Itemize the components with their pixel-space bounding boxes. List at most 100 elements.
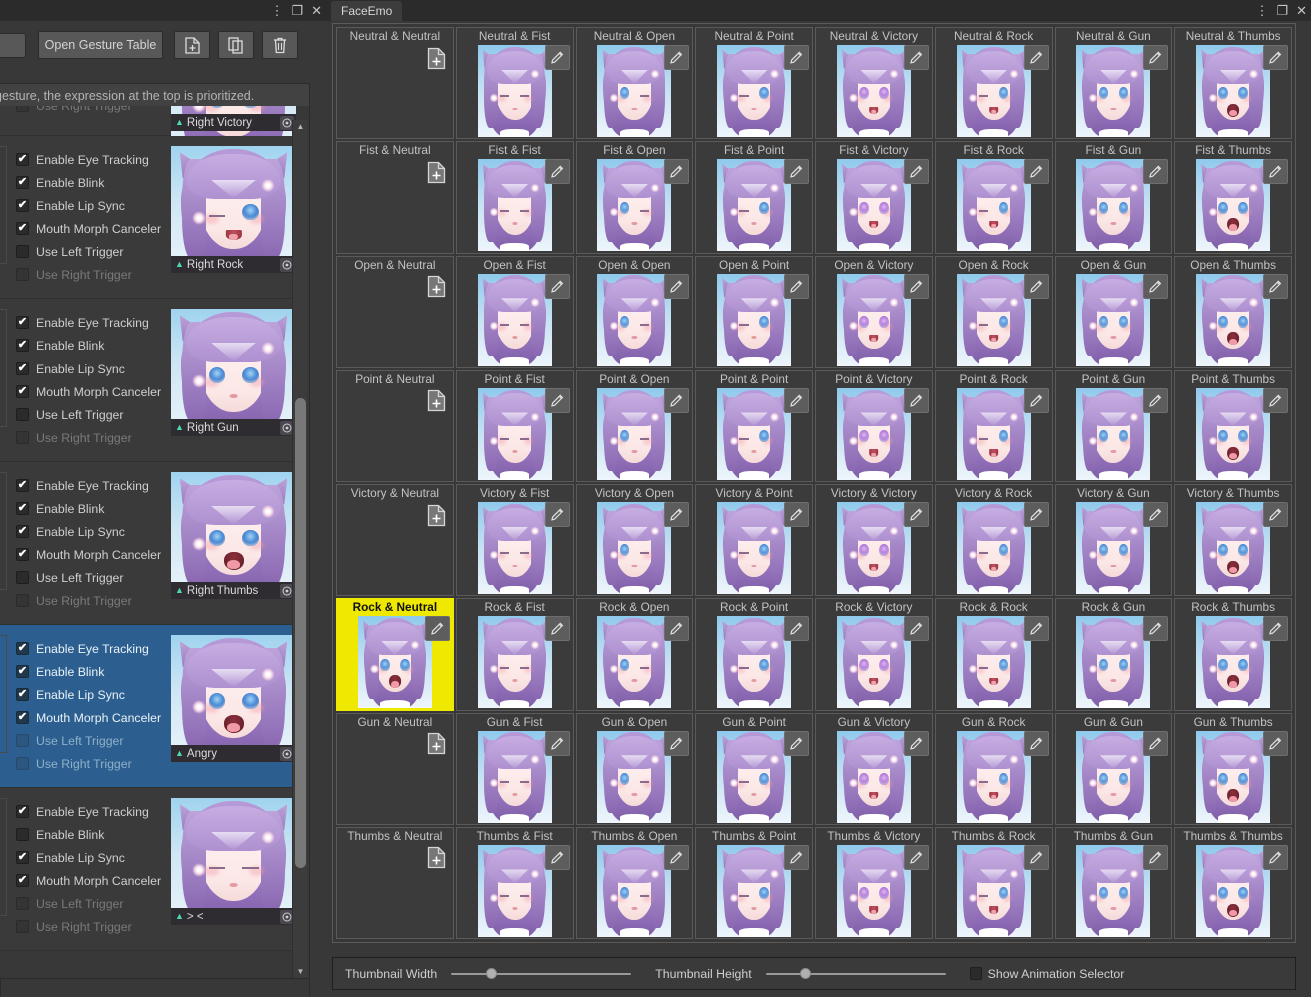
gesture-cell-neutral-gun[interactable]: Neutral & Gun xyxy=(1054,27,1173,140)
close-icon[interactable]: ✕ xyxy=(1296,4,1307,17)
gesture-cell-open-thumbs[interactable]: Open & Thumbs xyxy=(1174,255,1292,368)
edit-animation-button[interactable] xyxy=(903,273,929,299)
gesture-thumbnail[interactable] xyxy=(717,387,792,480)
gesture-cell-thumbs-victory[interactable]: Thumbs & Victory xyxy=(815,826,933,939)
edit-animation-button[interactable] xyxy=(784,387,809,413)
gesture-thumbnail[interactable] xyxy=(477,616,552,709)
gesture-cell-point-thumbs[interactable]: Point & Thumbs xyxy=(1174,369,1292,482)
expression-thumbnail[interactable] xyxy=(171,146,296,271)
gesture-cell-neutral-open[interactable]: Neutral & Open xyxy=(575,27,694,140)
edit-animation-button[interactable] xyxy=(784,730,809,756)
gesture-thumbnail[interactable] xyxy=(597,730,672,823)
edit-animation-button[interactable] xyxy=(1023,45,1049,70)
gesture-thumbnail[interactable] xyxy=(836,159,911,252)
gesture-cell-victory-fist[interactable]: Victory & Fist xyxy=(455,484,574,597)
gesture-thumbnail[interactable] xyxy=(1196,844,1271,937)
edit-animation-button[interactable] xyxy=(1143,844,1169,870)
checkbox-box[interactable]: ✔ xyxy=(16,362,29,375)
edit-animation-button[interactable] xyxy=(903,730,929,756)
expression-thumbnail[interactable] xyxy=(171,635,296,760)
edit-animation-button[interactable] xyxy=(544,159,570,185)
checkbox-box[interactable]: ✔ xyxy=(16,479,29,492)
gesture-thumbnail[interactable] xyxy=(956,844,1031,937)
add-animation-button[interactable] xyxy=(426,502,448,528)
gesture-thumbnail[interactable] xyxy=(1196,502,1271,594)
expression-thumbnail[interactable] xyxy=(171,309,296,434)
gesture-thumbnail[interactable] xyxy=(1076,45,1151,137)
checkbox-use-left-trigger[interactable]: Use Left Trigger xyxy=(16,892,186,915)
gesture-thumbnail[interactable] xyxy=(717,730,792,823)
edit-animation-button[interactable] xyxy=(903,159,929,185)
gesture-thumbnail[interactable] xyxy=(717,502,792,594)
edit-animation-button[interactable] xyxy=(784,45,809,70)
scroll-down-arrow-icon[interactable]: ▼ xyxy=(293,965,308,978)
edit-animation-button[interactable] xyxy=(903,844,929,870)
checkbox-enable-lip-sync[interactable]: ✔ Enable Lip Sync xyxy=(16,357,186,380)
gesture-cell-open-rock[interactable]: Open & Rock xyxy=(934,255,1053,368)
checkbox-box[interactable]: ✔ xyxy=(16,502,29,515)
checkbox-enable-eye-tracking[interactable]: ✔ Enable Eye Tracking xyxy=(16,637,186,660)
gesture-cell-victory-neutral[interactable]: Victory & Neutral xyxy=(336,484,454,597)
gesture-thumbnail[interactable] xyxy=(956,273,1031,366)
gesture-cell-fist-fist[interactable]: Fist & Fist xyxy=(455,141,574,254)
checkbox-box[interactable]: ✔ xyxy=(16,222,29,235)
edit-animation-button[interactable] xyxy=(544,45,570,70)
gesture-cell-thumbs-fist[interactable]: Thumbs & Fist xyxy=(455,826,574,939)
gesture-cell-thumbs-gun[interactable]: Thumbs & Gun xyxy=(1054,826,1173,939)
edit-animation-button[interactable] xyxy=(1263,387,1288,413)
checkbox-enable-lip-sync[interactable]: ✔ Enable Lip Sync xyxy=(16,520,186,543)
gesture-cell-point-fist[interactable]: Point & Fist xyxy=(455,369,574,482)
gesture-thumbnail[interactable] xyxy=(477,387,552,480)
gesture-thumbnail[interactable] xyxy=(597,45,672,137)
checkbox-use-left-trigger[interactable]: Use Left Trigger xyxy=(16,729,186,752)
gesture-cell-point-rock[interactable]: Point & Rock xyxy=(934,369,1053,482)
show-animation-selector-checkbox[interactable]: Show Animation Selector xyxy=(969,967,1124,981)
gesture-thumbnail[interactable] xyxy=(1196,159,1271,252)
gesture-cell-point-victory[interactable]: Point & Victory xyxy=(815,369,933,482)
checkbox-enable-blink[interactable]: ✔ Enable Blink xyxy=(16,497,186,520)
gesture-cell-open-open[interactable]: Open & Open xyxy=(575,255,694,368)
gesture-thumbnail[interactable] xyxy=(357,616,432,709)
edit-animation-button[interactable] xyxy=(784,616,809,642)
edit-animation-button[interactable] xyxy=(1263,45,1288,70)
gesture-cell-fist-gun[interactable]: Fist & Gun xyxy=(1054,141,1173,254)
gesture-thumbnail[interactable] xyxy=(717,159,792,252)
gesture-cell-victory-victory[interactable]: Victory & Victory xyxy=(815,484,933,597)
checkbox-use-left-trigger[interactable]: Use Left Trigger xyxy=(16,566,186,589)
gesture-thumbnail[interactable] xyxy=(1076,616,1151,709)
slider-knob[interactable] xyxy=(800,968,812,979)
checkbox-box[interactable]: ✔ xyxy=(16,851,29,864)
add-animation-button[interactable] xyxy=(426,388,448,414)
edit-animation-button[interactable] xyxy=(664,387,690,413)
gesture-cell-fist-thumbs[interactable]: Fist & Thumbs xyxy=(1174,141,1292,254)
edit-animation-button[interactable] xyxy=(1023,273,1049,299)
gesture-cell-gun-point[interactable]: Gun & Point xyxy=(695,712,813,825)
edit-animation-button[interactable] xyxy=(784,502,809,527)
checkbox-box[interactable] xyxy=(16,897,29,910)
gesture-cell-open-fist[interactable]: Open & Fist xyxy=(455,255,574,368)
gesture-cell-neutral-victory[interactable]: Neutral & Victory xyxy=(815,27,933,140)
checkbox-box[interactable]: ✔ xyxy=(16,339,29,352)
checkbox-use-left-trigger[interactable]: Use Left Trigger xyxy=(16,403,186,426)
edit-animation-button[interactable] xyxy=(1263,502,1288,527)
gesture-thumbnail[interactable] xyxy=(717,844,792,937)
gesture-thumbnail[interactable] xyxy=(477,730,552,823)
gesture-thumbnail[interactable] xyxy=(956,45,1031,137)
expression-thumbnail[interactable] xyxy=(171,472,296,597)
maximize-icon[interactable]: ❐ xyxy=(1276,4,1288,17)
gesture-thumbnail[interactable] xyxy=(597,159,672,252)
gesture-cell-victory-rock[interactable]: Victory & Rock xyxy=(934,484,1053,597)
edit-animation-button[interactable] xyxy=(544,730,570,756)
edit-animation-button[interactable] xyxy=(1143,502,1169,527)
gesture-thumbnail[interactable] xyxy=(1076,502,1151,594)
edit-animation-button[interactable] xyxy=(1263,273,1288,299)
gesture-thumbnail[interactable] xyxy=(597,387,672,480)
gesture-cell-gun-rock[interactable]: Gun & Rock xyxy=(934,712,1053,825)
checkbox-box[interactable]: ✔ xyxy=(16,688,29,701)
gesture-thumbnail[interactable] xyxy=(956,159,1031,252)
thumbnail-width-slider[interactable] xyxy=(451,966,632,982)
gesture-cell-neutral-fist[interactable]: Neutral & Fist xyxy=(455,27,574,140)
tab-faceemo[interactable]: FaceEmo xyxy=(331,1,403,21)
gesture-thumbnail[interactable] xyxy=(836,45,911,137)
slider-knob[interactable] xyxy=(485,968,497,979)
